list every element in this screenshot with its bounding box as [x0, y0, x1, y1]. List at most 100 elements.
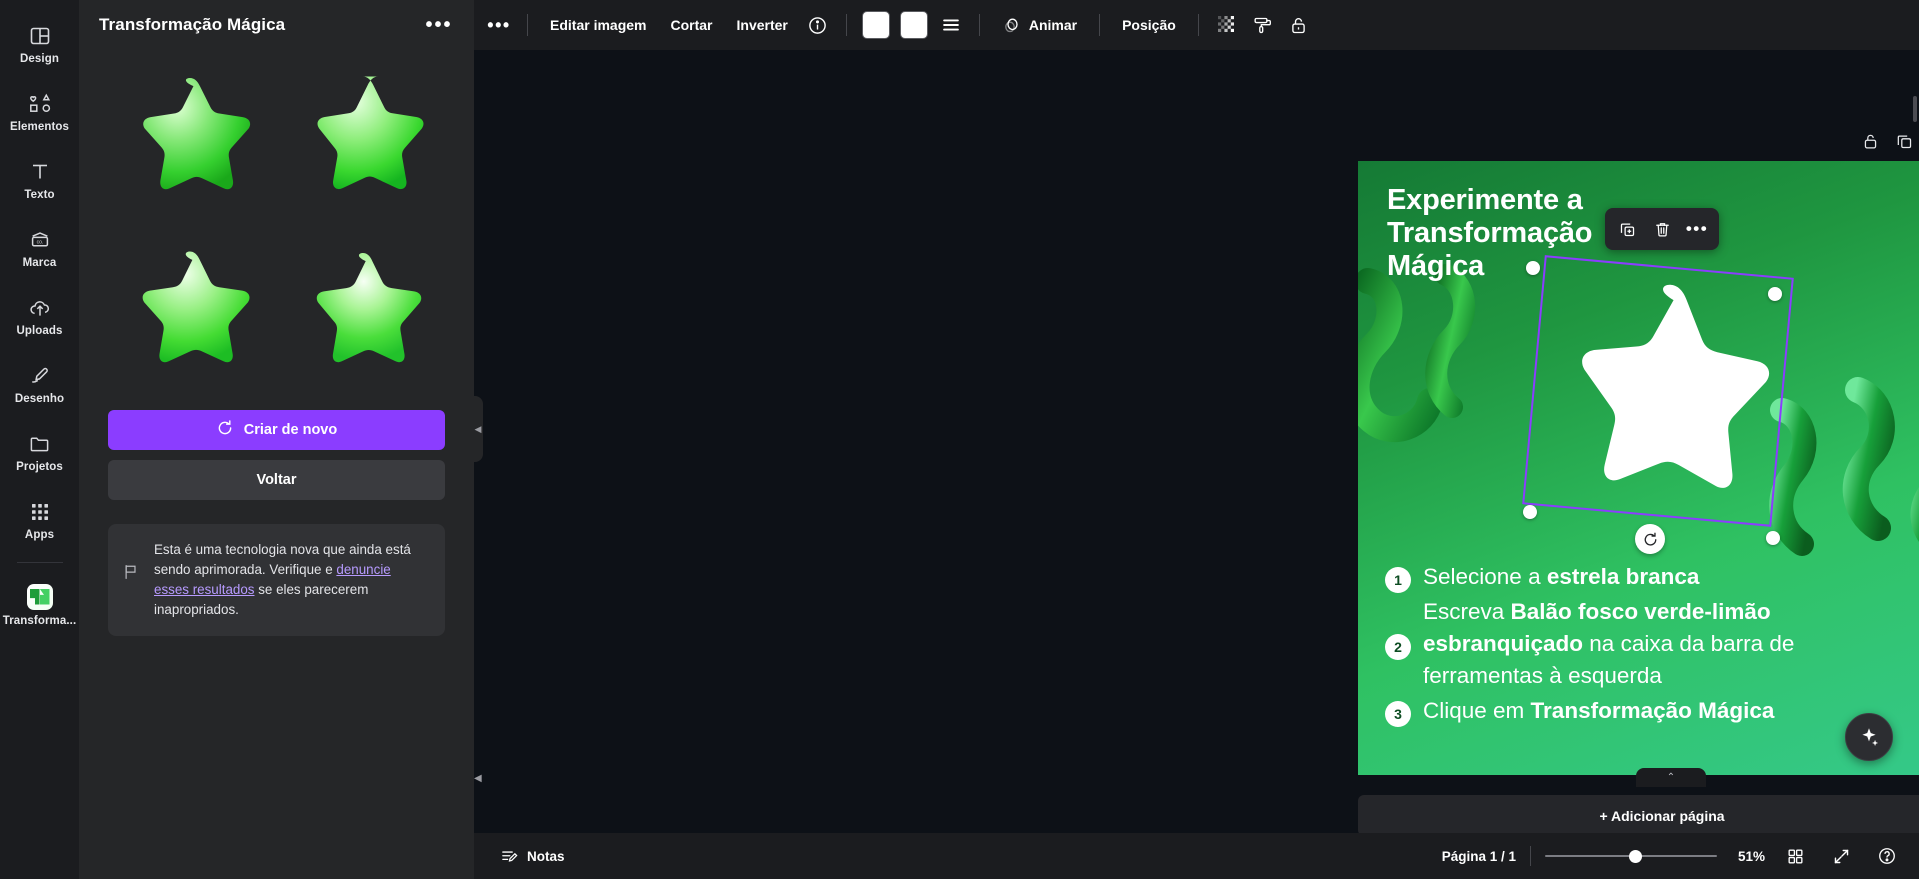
- zoom-slider[interactable]: [1545, 849, 1717, 863]
- lock-button[interactable]: [1282, 9, 1316, 41]
- assistant-button[interactable]: [1845, 713, 1893, 761]
- help-icon: [1879, 848, 1895, 864]
- disclaimer-line3-pre: Verifique e: [269, 562, 337, 577]
- selection-handle-bottom-left[interactable]: [1523, 505, 1537, 519]
- canva-editor-window: Design Elementos Texto co. Marca Uploads…: [0, 0, 1919, 879]
- edit-image-label: Editar imagem: [550, 17, 647, 33]
- toolbar-overflow-button[interactable]: •••: [482, 9, 516, 41]
- draw-icon: [28, 364, 52, 388]
- vertical-scrollbar[interactable]: [1913, 96, 1917, 122]
- notes-button[interactable]: Notas: [490, 840, 575, 872]
- sidebar-item-design[interactable]: Design: [4, 10, 76, 78]
- panel-title: Transformação Mágica: [99, 15, 286, 34]
- step-text: Escreva Balão fosco verde-limão esbranqu…: [1423, 596, 1865, 692]
- zoom-slider-knob[interactable]: [1629, 850, 1642, 863]
- sidebar-item-elementos[interactable]: Elementos: [4, 78, 76, 146]
- transparency-button[interactable]: [1210, 9, 1244, 41]
- info-icon: [809, 16, 827, 34]
- sidebar-label-texto: Texto: [24, 188, 55, 201]
- step-text: Clique em Transformação Mágica: [1423, 695, 1774, 727]
- brand-icon: co.: [28, 228, 52, 252]
- selection-handle-top-right[interactable]: [1768, 287, 1782, 301]
- duplicate-element-button[interactable]: [1611, 213, 1643, 245]
- step-item: 3 Clique em Transformação Mágica: [1385, 695, 1865, 727]
- result-thumbnail[interactable]: [282, 62, 446, 220]
- disclaimer-text: Esta é uma tecnologia nova que ainda est…: [154, 540, 429, 620]
- sidebar-item-transformacao-magica[interactable]: Transforma...: [3, 571, 76, 639]
- info-button[interactable]: [801, 9, 835, 41]
- canvas-area[interactable]: Experimente a Transformação Mágica ••• 1…: [474, 50, 1919, 833]
- duplicate-icon: [1897, 134, 1911, 148]
- projects-icon: [28, 432, 52, 456]
- result-thumbnail[interactable]: [108, 62, 272, 220]
- svg-text:co.: co.: [36, 239, 43, 245]
- step-text-plain: Clique em: [1423, 698, 1531, 723]
- step-number: 3: [1385, 701, 1411, 727]
- green-star-icon: [317, 76, 424, 190]
- notes-label: Notas: [527, 848, 565, 864]
- step-item: 2 Escreva Balão fosco verde-limão esbran…: [1385, 596, 1865, 692]
- element-more-button[interactable]: •••: [1681, 213, 1713, 245]
- fullscreen-button[interactable]: [1825, 840, 1857, 872]
- color-swatch-1[interactable]: [858, 11, 894, 39]
- result-thumbnail-grid: [108, 62, 445, 392]
- sidebar-item-uploads[interactable]: Uploads: [4, 282, 76, 350]
- magic-transform-icon: [26, 583, 53, 610]
- step-text-bold: estrela branca: [1546, 564, 1700, 589]
- result-thumbnail[interactable]: [282, 234, 446, 392]
- duplicate-page-button[interactable]: [1888, 126, 1919, 156]
- position-label: Posição: [1122, 17, 1176, 33]
- rotate-handle-button[interactable]: [1635, 524, 1665, 554]
- step-text-plain: Escreva: [1423, 599, 1511, 624]
- back-label: Voltar: [256, 472, 297, 488]
- position-button[interactable]: Posição: [1111, 9, 1187, 41]
- collapse-timeline-button[interactable]: ⌃: [1636, 768, 1706, 787]
- spacing-button[interactable]: [934, 9, 968, 41]
- help-button[interactable]: [1871, 840, 1903, 872]
- sidebar-item-texto[interactable]: Texto: [4, 146, 76, 214]
- disclaimer-line1: Esta é uma tecnologia nova que: [154, 542, 346, 557]
- add-page-button[interactable]: + Adicionar página: [1358, 795, 1919, 833]
- panel-more-label: •••: [425, 14, 453, 36]
- toolbar-divider: [1197, 14, 1199, 36]
- animate-label: Animar: [1028, 17, 1078, 33]
- create-again-button[interactable]: Criar de novo: [108, 410, 445, 450]
- magic-transform-panel: Transformação Mágica ••• Criar de novo V…: [79, 0, 483, 879]
- lock-icon: [1864, 134, 1876, 148]
- color-swatch-2[interactable]: [896, 11, 932, 39]
- selection-handle-top-left[interactable]: [1526, 261, 1540, 275]
- page-actions-toolbar: [1854, 126, 1919, 156]
- crop-button[interactable]: Cortar: [659, 9, 723, 41]
- paint-roller-icon: [1254, 17, 1272, 33]
- delete-element-button[interactable]: [1646, 213, 1678, 245]
- animate-button[interactable]: Animar: [991, 9, 1088, 41]
- sidebar-item-marca[interactable]: co. Marca: [4, 214, 76, 282]
- unlock-icon: [1292, 17, 1306, 33]
- left-nav-rail: Design Elementos Texto co. Marca Uploads…: [0, 0, 79, 879]
- panel-collapse-handle[interactable]: ◀: [473, 396, 483, 462]
- grid-view-button[interactable]: [1779, 840, 1811, 872]
- design-steps-list: 1 Selecione a estrela branca 2 Escreva B…: [1385, 561, 1865, 730]
- sidebar-item-apps[interactable]: Apps: [4, 486, 76, 554]
- back-button[interactable]: Voltar: [108, 460, 445, 500]
- design-page[interactable]: Experimente a Transformação Mágica ••• 1…: [1358, 161, 1919, 775]
- flip-button[interactable]: Inverter: [726, 9, 799, 41]
- canvas-left-collapse[interactable]: ◀: [474, 771, 482, 785]
- selection-handle-bottom-right[interactable]: [1766, 531, 1780, 545]
- status-bar-right: Página 1 / 1 51%: [1442, 840, 1903, 872]
- step-text: Selecione a estrela branca: [1423, 561, 1699, 593]
- text-icon: [28, 160, 52, 184]
- lock-page-button[interactable]: [1854, 126, 1886, 156]
- status-bar: Notas Página 1 / 1 51%: [474, 833, 1919, 879]
- animate-icon: [1005, 18, 1018, 33]
- panel-header: Transformação Mágica •••: [79, 0, 474, 50]
- step-text-plain: Selecione a: [1423, 564, 1547, 589]
- paint-roller-button[interactable]: [1246, 9, 1280, 41]
- edit-image-button[interactable]: Editar imagem: [539, 9, 657, 41]
- panel-more-button[interactable]: •••: [424, 10, 454, 40]
- status-divider: [1530, 846, 1531, 866]
- toolbar-divider: [978, 14, 980, 36]
- sidebar-item-projetos[interactable]: Projetos: [4, 418, 76, 486]
- result-thumbnail[interactable]: [108, 234, 272, 392]
- sidebar-item-desenho[interactable]: Desenho: [4, 350, 76, 418]
